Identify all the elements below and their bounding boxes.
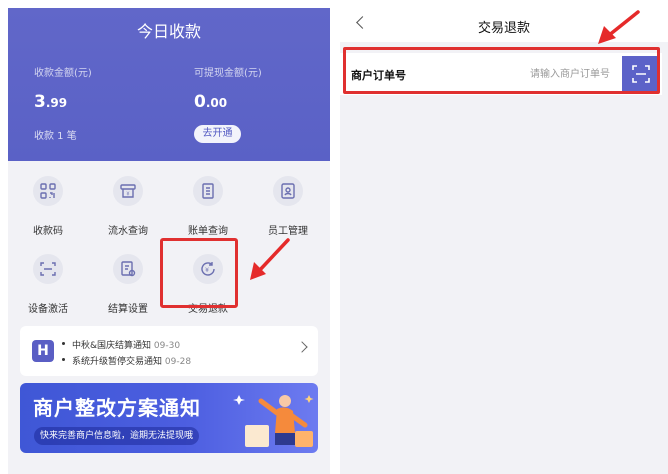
banner-illustration-icon [233,395,314,447]
menu-item-label: 员工管理 [268,226,308,237]
withdraw-amount-label: 可提现金额(元) [194,68,262,79]
menu-item-employee[interactable]: 员工管理 [248,168,328,238]
notice-item[interactable]: 中秋&国庆结算通知 09-30 [61,338,180,351]
qr-code-icon [33,176,63,206]
chevron-right-icon[interactable] [296,341,308,353]
banner-title: 商户整改方案通知 [33,396,201,420]
employee-badge-icon [273,176,303,206]
withdraw-amount-value: 0.00 [194,92,228,112]
svg-text:¥: ¥ [126,192,129,198]
menu-item-label: 账单查询 [188,226,228,237]
menu-item-settlement[interactable]: 结算设置 [88,246,168,316]
arrow-pointer-icon [598,10,640,44]
receive-amount-label: 收款金额(元) [34,68,92,79]
order-row-highlight-box [343,47,660,94]
menu-item-label: 流水查询 [108,226,148,237]
notice-logo-icon: H [32,340,54,362]
settlement-doc-icon [113,254,143,284]
receipt-count: 收款 1 笔 [34,131,77,142]
notice-item[interactable]: 系统升级暂停交易通知 09-28 [61,354,191,367]
menu-item-label: 设备激活 [28,304,68,315]
notice-bar[interactable]: H 中秋&国庆结算通知 09-30 系统升级暂停交易通知 09-28 [20,326,318,376]
menu-item-device-activate[interactable]: 设备激活 [8,246,88,316]
refund-highlight-box [160,238,238,308]
bill-icon [193,176,223,206]
arrow-pointer-icon [250,238,290,280]
header-title: 今日收款 [136,22,201,41]
menu-item-bill-query[interactable]: 账单查询 [168,168,248,238]
open-withdraw-button[interactable]: 去开通 [194,125,241,143]
menu-item-label: 收款码 [33,226,63,237]
scan-frame-icon [33,254,63,284]
receive-amount-value: 3.99 [34,92,68,112]
menu-item-label: 结算设置 [108,304,148,315]
menu-item-qr-code[interactable]: 收款码 [8,168,88,238]
today-receipts-card: 今日收款 收款金额(元) 3.99 可提现金额(元) 0.00 收款 1 笔 去… [8,8,330,161]
banner-subtitle: 快来完善商户信息啦，逾期无法提现哦 [34,427,200,445]
menu-item-flow-query[interactable]: ¥ 流水查询 [88,168,168,238]
cash-register-icon: ¥ [113,176,143,206]
promo-banner[interactable]: 商户整改方案通知 快来完善商户信息啦，逾期无法提现哦 [20,383,318,453]
